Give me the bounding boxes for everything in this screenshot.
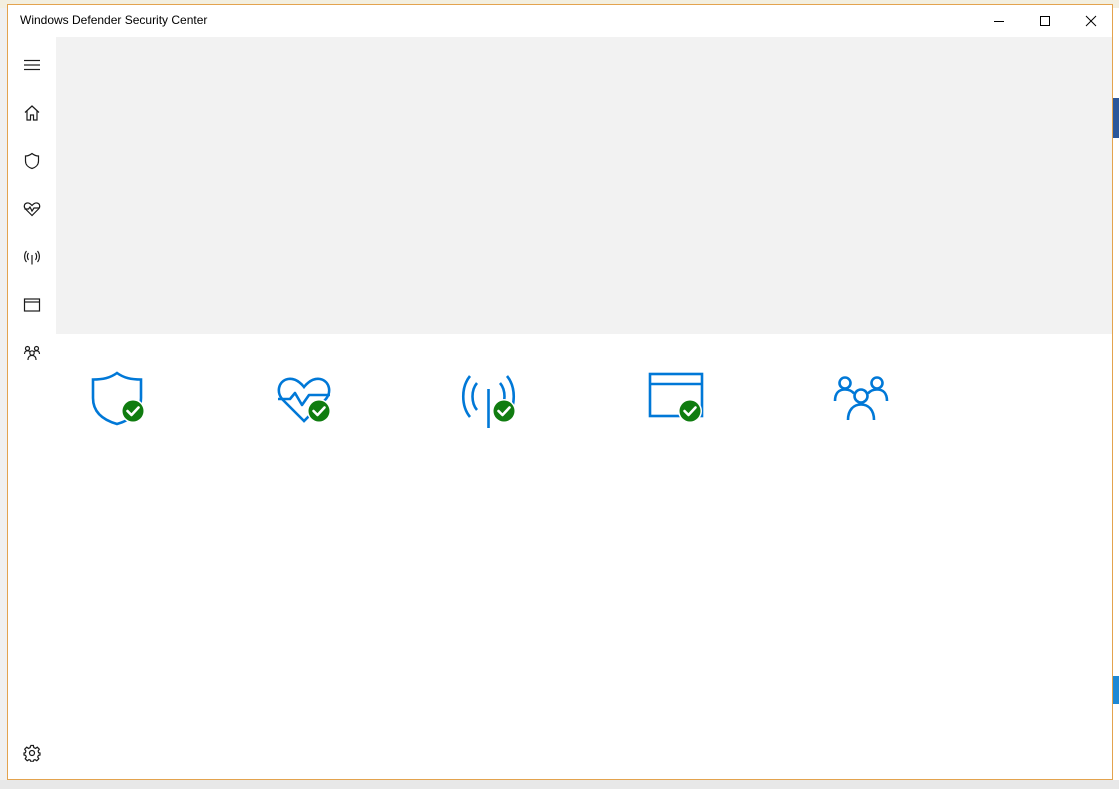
close-icon xyxy=(1085,15,1097,27)
nav-item-virus-protection[interactable] xyxy=(8,137,56,185)
minimize-button[interactable] xyxy=(976,5,1022,37)
home-icon xyxy=(24,105,40,121)
heart-pulse-icon xyxy=(277,377,331,423)
family-icon xyxy=(23,345,41,361)
family-icon xyxy=(833,376,889,421)
tile-firewall-network-protection[interactable] xyxy=(460,369,524,433)
tile-device-performance-health[interactable] xyxy=(275,369,339,433)
nav-item-app-browser-control[interactable] xyxy=(8,281,56,329)
tile-app-browser-control[interactable] xyxy=(646,369,710,433)
background-desktop-left xyxy=(0,8,7,789)
window-title: Windows Defender Security Center xyxy=(20,13,208,27)
nav-item-home[interactable] xyxy=(8,89,56,137)
minimize-icon xyxy=(994,21,1004,22)
maximize-icon xyxy=(1040,16,1050,26)
nav-item-firewall-network[interactable] xyxy=(8,233,56,281)
tile-virus-threat-protection[interactable] xyxy=(89,369,153,433)
background-window-fragment xyxy=(1113,676,1119,704)
background-window-fragment xyxy=(1113,98,1119,138)
navigation-rail xyxy=(8,37,56,779)
hamburger-menu-icon xyxy=(24,59,40,71)
status-ok-badge xyxy=(493,400,515,422)
wireless-antenna-icon xyxy=(24,250,40,265)
close-button[interactable] xyxy=(1068,5,1114,37)
wireless-antenna-icon xyxy=(461,375,516,428)
status-ok-badge xyxy=(679,400,701,422)
gear-icon xyxy=(23,744,41,762)
background-desktop-bottom xyxy=(0,780,1119,789)
nav-item-family-options[interactable] xyxy=(8,329,56,377)
nav-item-device-health[interactable] xyxy=(8,185,56,233)
tile-family-options[interactable] xyxy=(832,369,896,433)
app-window: Windows Defender Security Center xyxy=(7,4,1113,780)
shield-icon xyxy=(24,152,40,170)
title-bar[interactable]: Windows Defender Security Center xyxy=(8,5,1112,37)
settings-button[interactable] xyxy=(8,729,56,777)
status-ok-badge xyxy=(122,400,144,422)
background-desktop-right xyxy=(1112,8,1119,789)
hero-banner xyxy=(56,37,1112,334)
app-browser-icon xyxy=(23,298,41,312)
maximize-button[interactable] xyxy=(1022,5,1068,37)
menu-button[interactable] xyxy=(8,41,56,89)
heart-pulse-icon xyxy=(23,202,41,217)
shield-icon xyxy=(91,371,145,426)
app-browser-icon xyxy=(648,372,704,423)
status-ok-badge xyxy=(308,400,330,422)
